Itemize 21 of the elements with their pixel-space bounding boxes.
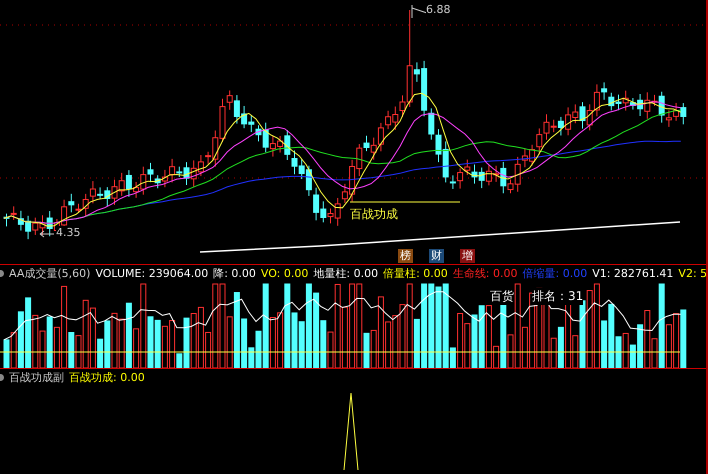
tag-badge: 财 [429,249,444,263]
indicator-reading: 地量柱: 0.00 [313,266,378,281]
indicator-reading: 生命线: 0.00 [452,266,518,281]
rank-label: 排名：31 [532,288,584,305]
sector-label: 百货 [490,288,514,305]
signal-label: 百战功成 [350,206,398,223]
tag-badge: 榜 [398,249,413,263]
indicator-reading: 降: 0.00 [213,266,256,281]
indicator-reading: VO: 0.00 [260,267,308,280]
low-price-label: 4.35 [56,226,80,239]
indicator-title: 百战功成副 [9,370,64,385]
indicator-reading: 倍量柱: 0.00 [383,266,448,281]
indicator-reading: V2: 5 [678,267,706,280]
tag-badge: 增 [460,249,475,263]
high-price-label: 6.88 [426,3,450,16]
indicator-reading: V1: 282761.41 [592,267,674,280]
indicator-reading: VOLUME: 239064.00 [95,267,208,280]
indicator-title: AA成交量(5,60) [9,266,90,281]
indicator-reading: 倍缩量: 0.00 [522,266,588,281]
leader-line [39,230,55,238]
indicator-reading: 百战功成: 0.00 [69,370,145,385]
